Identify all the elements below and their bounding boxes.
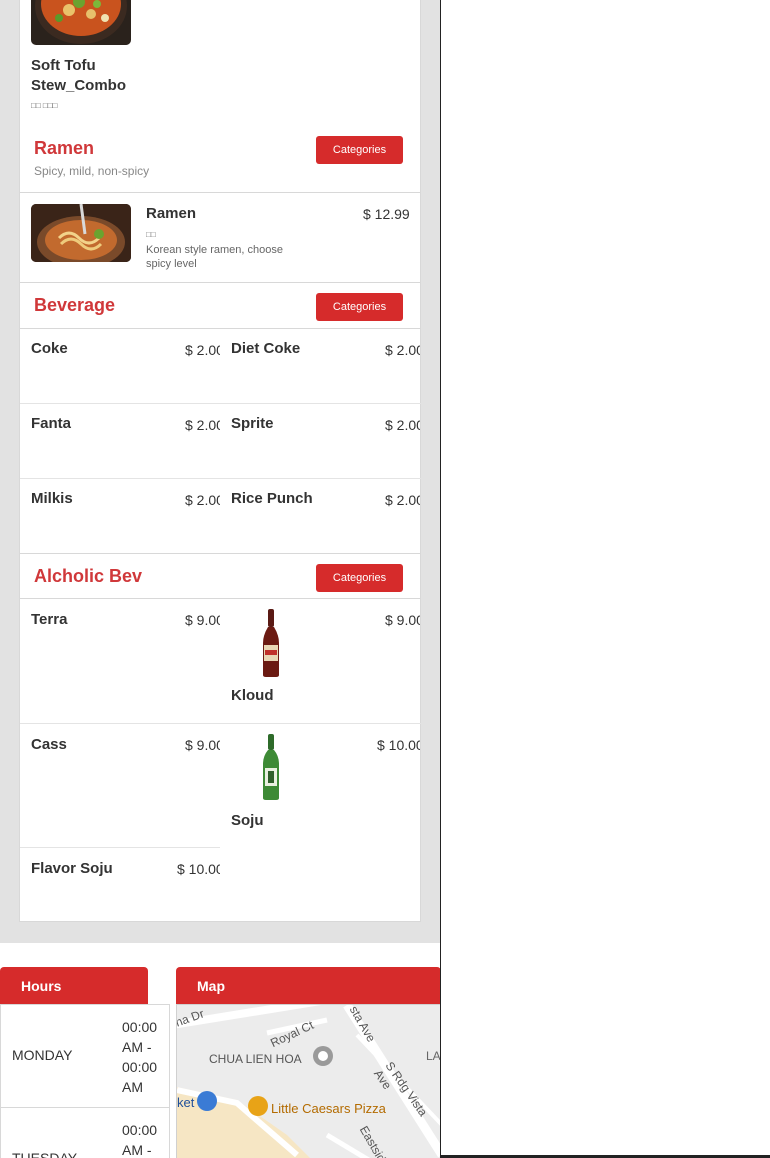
ramen-price: $ 12.99 (363, 206, 410, 222)
tofu-stew-name[interactable]: Soft Tofu Stew_Combo (31, 56, 141, 96)
beverage-section: Beverage Categories Coke $ 2.00 Diet Cok… (19, 283, 421, 553)
ramen-section-header: Ramen Spicy, mild, non-spicy Categories (20, 125, 420, 193)
ramen-item[interactable]: Ramen $ 12.99 □□ Korean style ramen, cho… (20, 193, 420, 283)
item-price: $ 2.00 (185, 492, 220, 508)
item-price: $ 2.00 (385, 492, 420, 508)
item-price: $ 9.00 (385, 612, 420, 628)
section-title: Alcholic Bev (34, 566, 143, 586)
ramen-description: Korean style ramen, choose spicy level (146, 244, 283, 270)
menu-item[interactable]: Milkis $ 2.00 (20, 479, 220, 553)
item-name: Milkis (31, 490, 73, 507)
time-label: 00:00 AM - (122, 1122, 158, 1158)
categories-button[interactable]: Categories (316, 136, 403, 164)
item-price: $ 2.00 (185, 417, 220, 433)
menu-item[interactable]: $ 9.00 Kloud (220, 599, 420, 723)
section-title: Beverage (34, 295, 116, 315)
ramen-name[interactable]: Ramen (146, 205, 196, 222)
alcohol-row: Flavor Soju $ 10.00 (20, 848, 421, 922)
map-label-poi: ket (177, 1095, 195, 1110)
soju-bottle-image (260, 734, 282, 800)
alcohol-row: Cass $ 9.00 $ 10.00 Soju (20, 724, 421, 848)
item-name: Coke (31, 340, 68, 357)
day-label: TUESDAY (12, 1150, 78, 1158)
beverage-row: Fanta $ 2.00 Sprite $ 2.00 (20, 404, 421, 479)
map-label-poi: Little Caesars Pizza (271, 1101, 386, 1116)
menu-item[interactable]: $ 10.00 Soju (220, 724, 420, 848)
item-name: Diet Coke (231, 340, 301, 357)
item-name: Flavor Soju (31, 860, 113, 877)
menu-viewport: Soft Tofu Stew_Combo □□ □□□ Ramen Spicy,… (0, 0, 441, 1158)
tofu-stew-image[interactable] (31, 0, 131, 45)
menu-item[interactable]: Fanta $ 2.00 (20, 404, 220, 478)
section-subtitle: Spicy, mild, non-spicy (34, 164, 150, 178)
time-label: 00:00 AM - 00:00 AM (122, 1019, 158, 1095)
menu-item[interactable]: Rice Punch $ 2.00 (220, 479, 420, 553)
top-item-panel: Soft Tofu Stew_Combo □□ □□□ (19, 0, 421, 126)
ramen-korean: □□ (146, 230, 156, 239)
menu-item[interactable]: Terra $ 9.00 (20, 599, 220, 723)
menu-item[interactable]: Flavor Soju $ 10.00 (20, 848, 220, 922)
tofu-stew-subtext: □□ □□□ (31, 101, 58, 110)
day-label: MONDAY (12, 1047, 73, 1063)
alcohol-section-header: Alcholic Bev Categories (20, 553, 420, 599)
item-name: Terra (31, 611, 68, 628)
item-price: $ 2.00 (185, 342, 220, 358)
item-name: Soju (231, 812, 264, 829)
kloud-bottle-image (260, 609, 282, 677)
beverage-row: Coke $ 2.00 Diet Coke $ 2.00 (20, 329, 421, 404)
hours-row: MONDAY 00:00 AM - 00:00 AM (1, 1005, 169, 1108)
item-name: Kloud (231, 687, 274, 704)
hours-header: Hours (0, 967, 148, 1004)
item-price: $ 9.00 (185, 737, 220, 753)
section-title: Ramen (34, 138, 95, 158)
map-label-poi: LA (426, 1049, 441, 1063)
menu-item[interactable]: Coke $ 2.00 (20, 329, 220, 403)
item-name: Sprite (231, 415, 274, 432)
alcohol-section: Alcholic Bev Categories Terra $ 9.00 $ 9… (19, 553, 421, 922)
item-name: Fanta (31, 415, 72, 432)
ramen-image[interactable] (31, 204, 131, 262)
menu-item[interactable]: Diet Coke $ 2.00 (220, 329, 420, 403)
map-label-poi: CHUA LIEN HOA (209, 1052, 302, 1066)
alcohol-row: Terra $ 9.00 $ 9.00 Kloud (20, 599, 421, 724)
hours-table: MONDAY 00:00 AM - 00:00 AM TUESDAY 00:00… (0, 1004, 170, 1158)
menu-item[interactable]: Sprite $ 2.00 (220, 404, 420, 478)
ramen-section: Ramen Spicy, mild, non-spicy Categories … (19, 125, 421, 283)
item-name: Cass (31, 736, 67, 753)
menu-item[interactable]: Cass $ 9.00 (20, 724, 220, 848)
item-price: $ 2.00 (385, 342, 420, 358)
item-price: $ 9.00 (185, 612, 220, 628)
item-name: Rice Punch (231, 490, 313, 507)
map-header: Map (176, 967, 440, 1004)
item-price: $ 2.00 (385, 417, 420, 433)
item-price: $ 10.00 (177, 861, 220, 877)
hours-row: TUESDAY 00:00 AM - (1, 1108, 169, 1158)
beverage-section-header: Beverage Categories (20, 283, 420, 329)
categories-button[interactable]: Categories (316, 293, 403, 321)
map-view[interactable]: na Dr Royal Ct sta Ave CHUA LIEN HOA LA … (176, 1004, 441, 1158)
categories-button[interactable]: Categories (316, 564, 403, 592)
beverage-row: Milkis $ 2.00 Rice Punch $ 2.00 (20, 479, 421, 553)
item-price: $ 10.00 (377, 737, 420, 753)
